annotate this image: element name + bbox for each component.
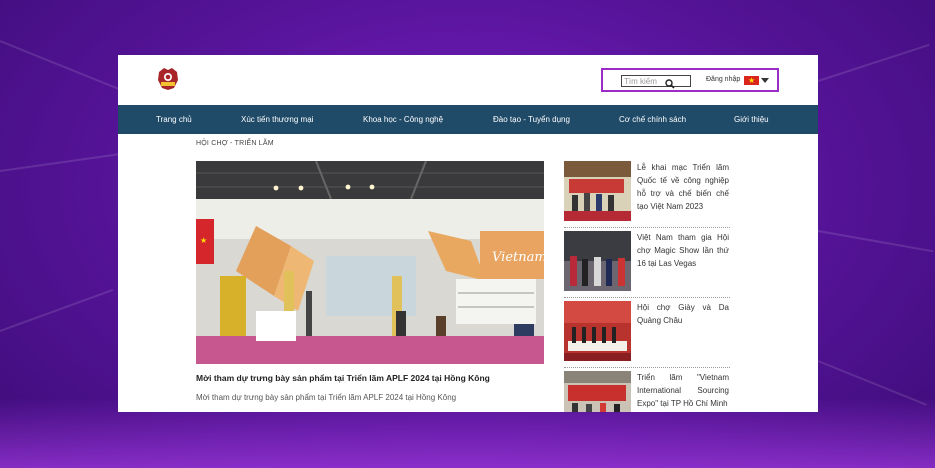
background-ray: [0, 40, 131, 95]
login-link[interactable]: Đăng nhập: [706, 76, 740, 83]
site-header: Đăng nhập ★: [118, 55, 818, 105]
side-article-title[interactable]: Hội chợ Giày và Da Quảng Châu: [637, 301, 729, 327]
nav-item-science-technology[interactable]: Khoa học - Công nghệ: [363, 105, 443, 134]
chevron-down-icon[interactable]: [761, 78, 769, 83]
nav-item-about[interactable]: Giới thiệu: [734, 105, 769, 134]
main-navigation: Trang chủ Xúc tiến thương mại Khoa học -…: [118, 105, 818, 134]
side-article-title[interactable]: Việt Nam tham gia Hội chợ Magic Show lần…: [637, 231, 729, 270]
search-input[interactable]: [621, 75, 691, 87]
side-article[interactable]: Hội chợ Giày và Da Quảng Châu: [564, 301, 730, 369]
search-and-login-highlight: Đăng nhập ★: [601, 68, 779, 92]
website-page: Đăng nhập ★ Trang chủ Xúc tiến thương mạ…: [118, 55, 818, 412]
divider: [564, 297, 730, 298]
side-article-title[interactable]: Triển lãm "Vietnam International Sourcin…: [637, 371, 729, 410]
divider: [564, 367, 730, 368]
side-article[interactable]: Lễ khai mạc Triển lãm Quốc tế về công ng…: [564, 161, 730, 229]
main-article-summary: Mời tham dự trưng bày sản phẩm tại Triển…: [196, 393, 457, 402]
background-ray: [0, 289, 114, 332]
flag-star-icon: ★: [748, 76, 756, 85]
side-article-title[interactable]: Lễ khai mạc Triển lãm Quốc tế về công ng…: [637, 161, 729, 213]
side-article-thumbnail[interactable]: [564, 301, 631, 361]
site-logo[interactable]: [155, 66, 181, 92]
background-ray: [817, 43, 930, 82]
side-article-thumbnail[interactable]: [564, 231, 631, 291]
nav-item-trade-promotion[interactable]: Xúc tiến thương mại: [241, 105, 313, 134]
side-article[interactable]: Triển lãm "Vietnam International Sourcin…: [564, 371, 730, 412]
divider: [564, 227, 730, 228]
svg-text:★: ★: [200, 236, 207, 245]
vietnam-flag-icon[interactable]: ★: [744, 76, 759, 85]
nav-item-training-recruitment[interactable]: Đào tạo - Tuyển dụng: [493, 105, 570, 134]
main-article-title[interactable]: Mời tham dự trưng bày sản phẩm tại Triển…: [196, 373, 490, 383]
logo-icon: [158, 68, 178, 90]
background-ray: [0, 153, 119, 172]
search-icon[interactable]: [665, 76, 675, 89]
breadcrumb[interactable]: HỘI CHỢ - TRIỂN LÃM: [196, 140, 274, 147]
side-article-thumbnail[interactable]: [564, 371, 631, 412]
side-article-thumbnail[interactable]: [564, 161, 631, 221]
main-article-image[interactable]: ★ Vietnam: [196, 161, 544, 364]
nav-item-home[interactable]: Trang chủ: [156, 105, 192, 134]
nav-item-policy[interactable]: Cơ chế chính sách: [619, 105, 686, 134]
side-article[interactable]: Việt Nam tham gia Hội chợ Magic Show lần…: [564, 231, 730, 299]
background-ray: [817, 230, 934, 253]
svg-text:Vietnam: Vietnam: [492, 250, 544, 265]
